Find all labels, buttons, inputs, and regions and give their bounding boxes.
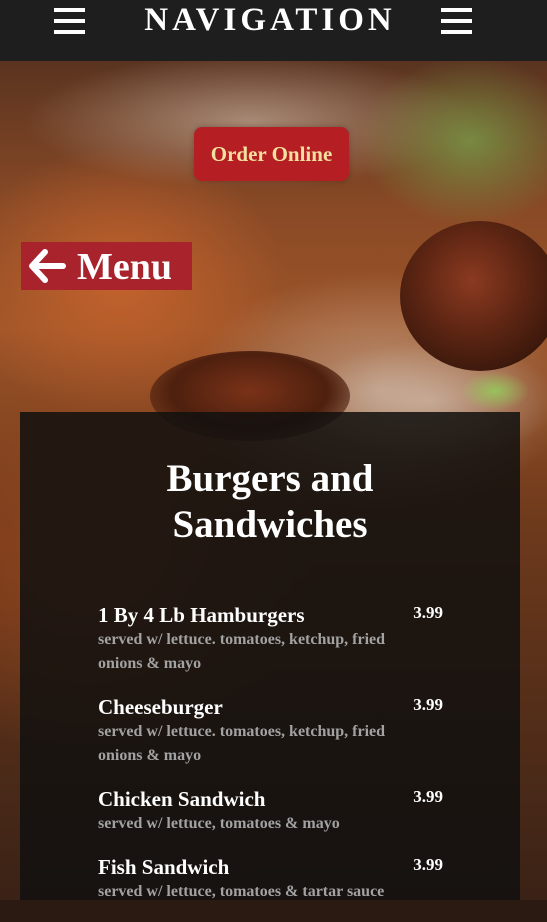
menu-item-price: 3.99	[413, 855, 443, 874]
menu-item-price: 3.99	[413, 787, 443, 806]
order-online-button[interactable]: Order Online	[194, 127, 349, 181]
menu-item-list: 1 By 4 Lb Hamburgers 3.99 served w/ lett…	[98, 602, 443, 922]
menu-item[interactable]: Cheeseburger 3.99 served w/ lettuce. tom…	[98, 694, 443, 786]
menu-item-name: Chicken Sandwich	[98, 787, 266, 811]
menu-item-description: served w/ lettuce. tomatoes, ketchup, fr…	[98, 723, 386, 764]
arrow-left-icon	[29, 249, 66, 283]
top-navigation-bar: NAVIGATION	[0, 0, 547, 61]
menu-item[interactable]: 1 By 4 Lb Hamburgers 3.99 served w/ lett…	[98, 602, 443, 694]
menu-label: Menu	[77, 246, 172, 288]
menu-item-price: 3.99	[413, 603, 443, 622]
menu-item-description: served w/ lettuce, tomatoes & mayo	[98, 815, 340, 832]
menu-item-description: served w/ lettuce, tomatoes & tartar sau…	[98, 883, 385, 900]
menu-section-panel: Burgers and Sandwiches 1 By 4 Lb Hamburg…	[20, 412, 520, 900]
menu-item-name: 1 By 4 Lb Hamburgers	[98, 603, 305, 627]
menu-item[interactable]: Chicken Sandwich 3.99 served w/ lettuce,…	[98, 786, 443, 854]
menu-item-price: 3.99	[413, 695, 443, 714]
section-title-line: Burgers and	[166, 457, 374, 500]
section-title: Burgers and Sandwiches	[20, 456, 520, 548]
hamburger-menu-icon[interactable]	[441, 8, 473, 36]
back-to-menu-button[interactable]: Menu	[21, 242, 192, 290]
menu-item-description: served w/ lettuce. tomatoes, ketchup, fr…	[98, 631, 386, 672]
menu-item[interactable]: Fish Sandwich 3.99 served w/ lettuce, to…	[98, 854, 443, 922]
hamburger-menu-icon[interactable]	[54, 8, 86, 36]
navigation-title[interactable]: NAVIGATION	[100, 0, 440, 40]
menu-item-name: Fish Sandwich	[98, 855, 230, 879]
section-title-line: Sandwiches	[172, 503, 368, 546]
menu-item-name: Cheeseburger	[98, 695, 223, 719]
